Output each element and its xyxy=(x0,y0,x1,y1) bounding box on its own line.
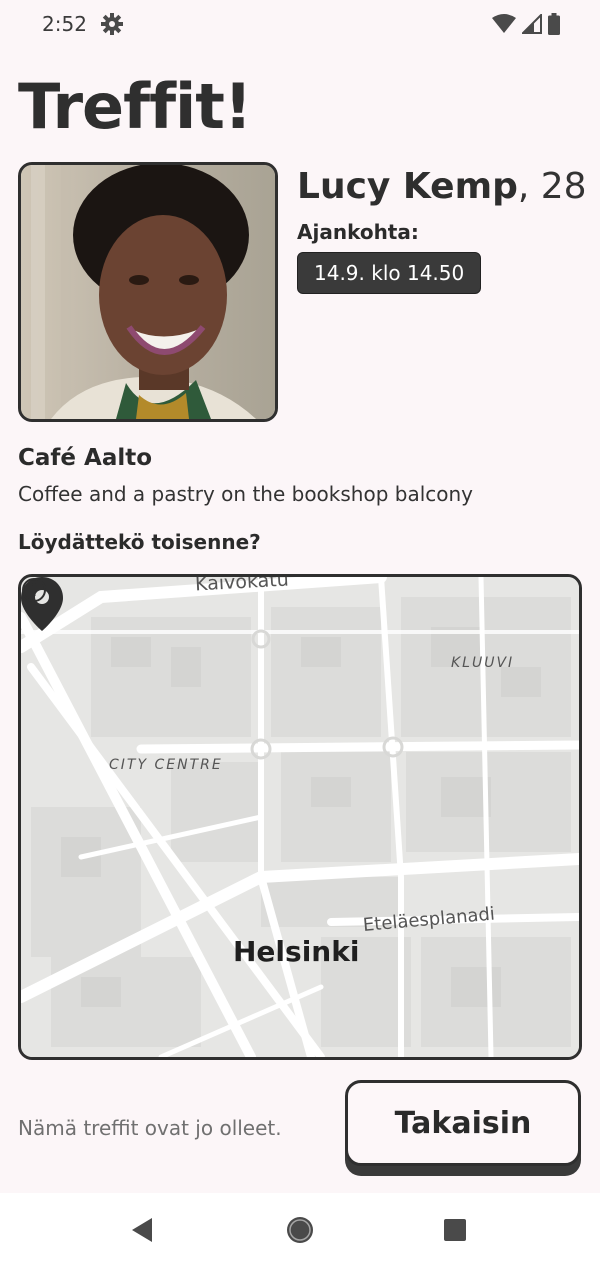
map-label-helsinki: Helsinki xyxy=(233,935,360,968)
page-title: Treffit! xyxy=(18,70,252,143)
map-view[interactable]: Kaivokatu KLUUVI CITY CENTRE Eteläesplan… xyxy=(18,574,582,1060)
profile-photo xyxy=(18,162,278,422)
back-button-label: Takaisin xyxy=(345,1080,581,1166)
status-bar: 2:52 xyxy=(0,0,600,48)
venue-description: Coffee and a pastry on the bookshop balc… xyxy=(18,482,474,506)
navigation-bar xyxy=(0,1193,600,1267)
info-icon[interactable] xyxy=(21,577,47,603)
date-time-badge: 14.9. klo 14.50 xyxy=(297,252,482,294)
past-date-note: Nämä treffit ovat jo olleet. xyxy=(18,1116,282,1140)
home-circle-icon[interactable] xyxy=(282,1212,318,1248)
profile-name-line: Lucy Kemp, 28 xyxy=(297,166,587,207)
venue-name: Café Aalto xyxy=(18,445,153,471)
status-icons xyxy=(492,13,560,35)
wifi-icon xyxy=(492,14,516,33)
back-triangle-icon[interactable] xyxy=(126,1212,162,1248)
signal-icon xyxy=(522,14,542,34)
profile-age: , 28 xyxy=(517,166,587,207)
status-time: 2:52 xyxy=(42,12,87,36)
recents-square-icon[interactable] xyxy=(437,1212,473,1248)
date-time-label: Ajankohta: xyxy=(297,220,419,244)
battery-icon xyxy=(548,13,560,35)
profile-name: Lucy Kemp xyxy=(297,166,518,207)
map-label-kluuvi: KLUUVI xyxy=(451,655,515,671)
gear-icon xyxy=(101,13,123,35)
found-question: Löydättekö toisenne? xyxy=(18,530,261,554)
map-label-city-centre: CITY CENTRE xyxy=(109,757,223,773)
portrait-image xyxy=(21,165,275,419)
map-streets xyxy=(21,577,579,1057)
back-button[interactable]: Takaisin xyxy=(345,1080,581,1176)
